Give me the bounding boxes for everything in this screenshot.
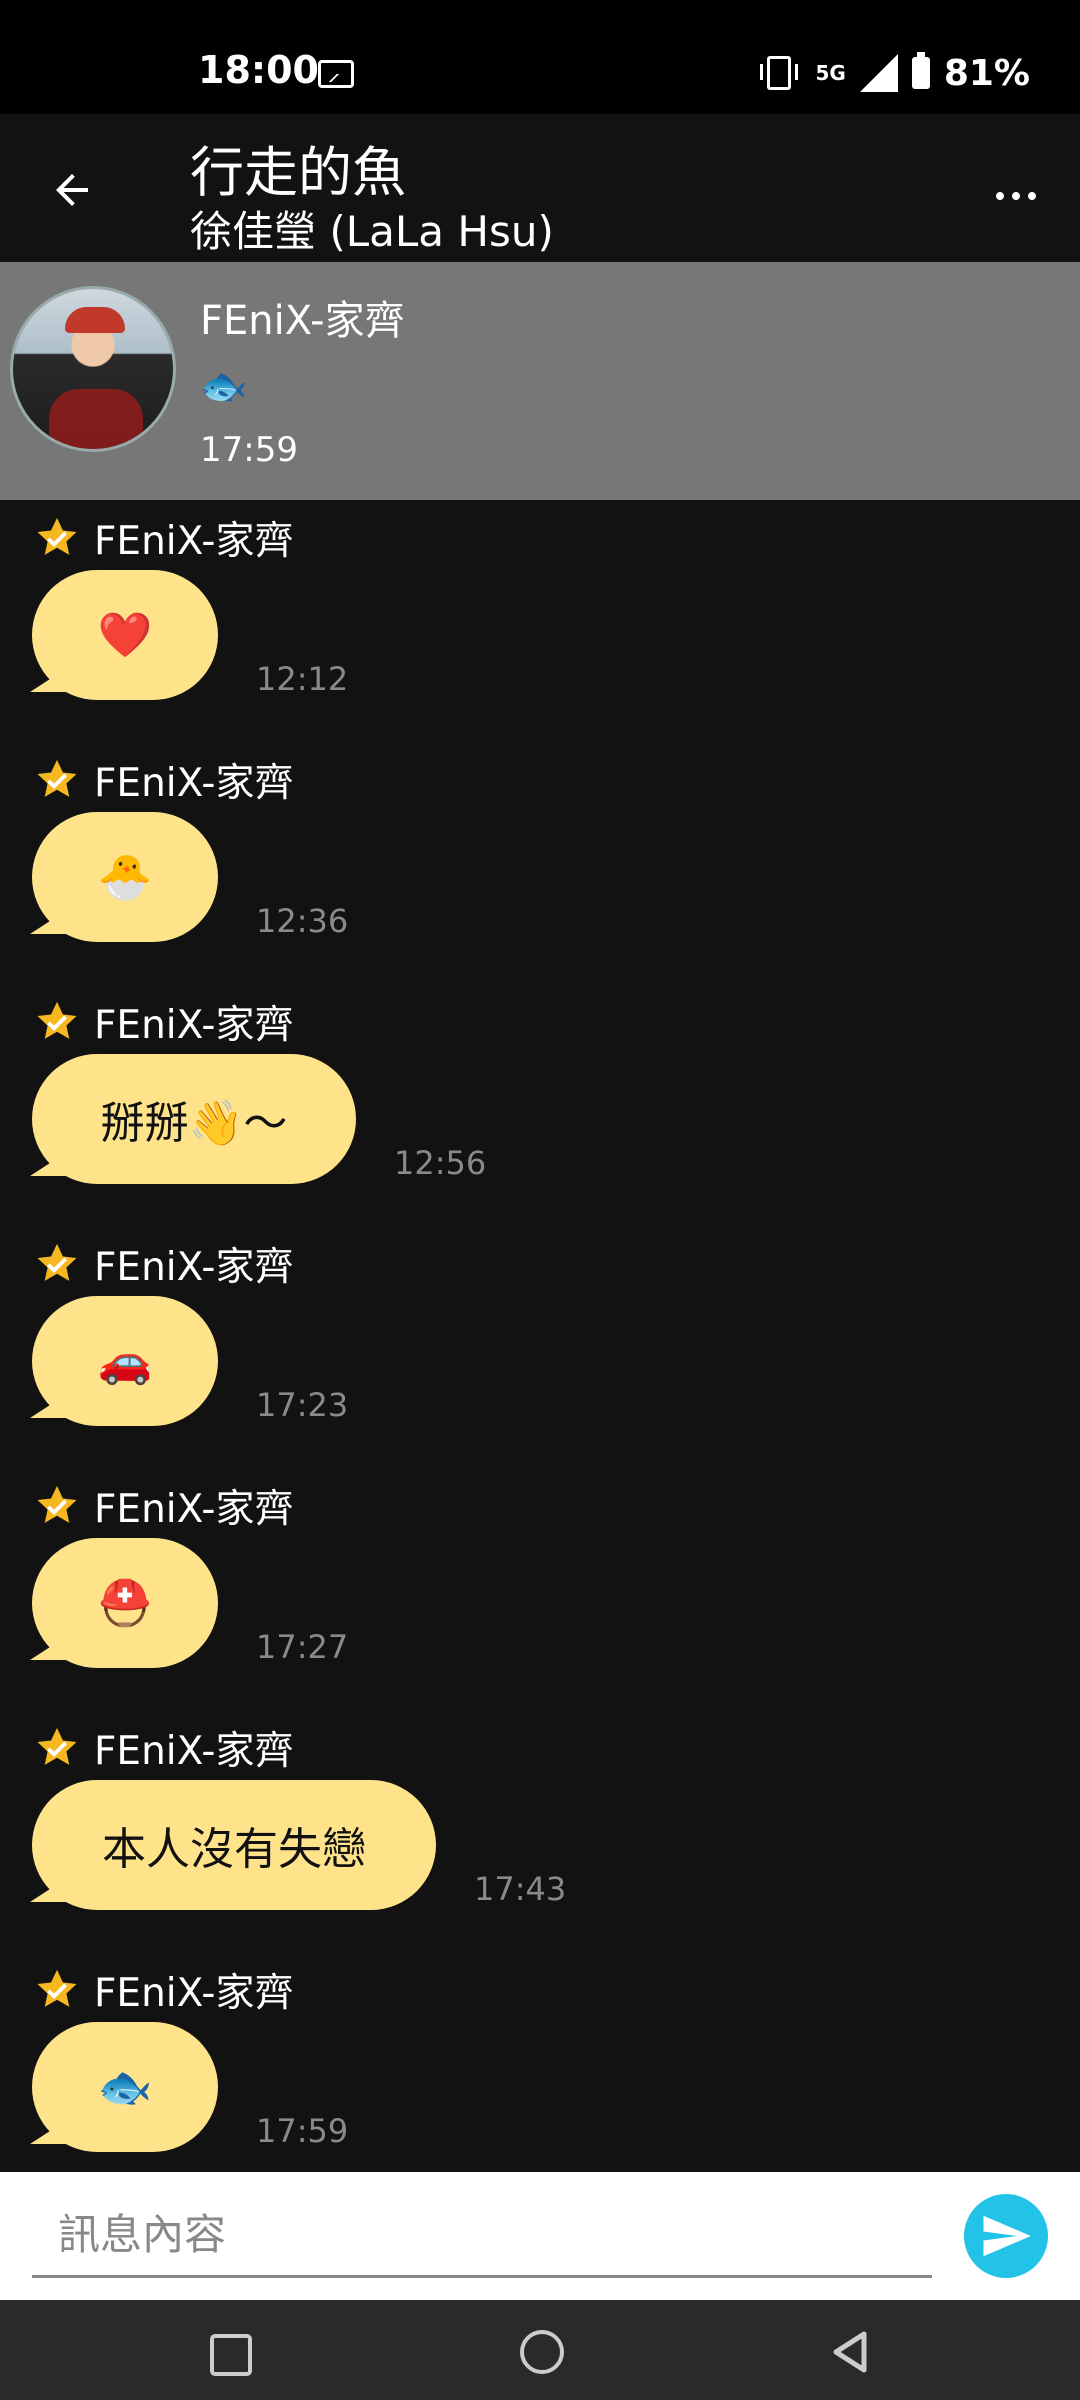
star-badge-icon	[34, 1483, 80, 1529]
star-badge-icon	[34, 1967, 80, 2013]
message-bubble[interactable]: ❤️	[32, 570, 218, 700]
message-time: 17:43	[474, 1870, 567, 1908]
gallery-notification-icon	[318, 60, 354, 88]
chat-title: 行走的魚	[190, 141, 406, 204]
star-badge-icon	[34, 1241, 80, 1287]
back-triangle-icon[interactable]	[830, 2330, 870, 2374]
message-time: 17:59	[256, 2112, 349, 2150]
pinned-sender-name: FEniX-家齊	[200, 298, 405, 344]
system-navigation-bar	[0, 2300, 1080, 2400]
star-badge-icon	[34, 1725, 80, 1771]
signal-icon	[859, 54, 898, 92]
recents-icon[interactable]	[210, 2334, 252, 2376]
message-bubble[interactable]: 🐣	[32, 812, 218, 942]
message-time: 17:27	[256, 1628, 349, 1666]
message-time: 12:56	[394, 1144, 487, 1182]
home-icon[interactable]	[520, 2330, 564, 2374]
message-sender: FEniX-家齊	[34, 994, 293, 1050]
sender-name: FEniX-家齊	[94, 1971, 294, 2016]
status-bar: 18:00 5G 81%	[0, 0, 1080, 114]
message-sender: FEniX-家齊	[34, 1720, 293, 1776]
message-bubble[interactable]: 🚗	[32, 1296, 218, 1426]
star-badge-icon	[34, 515, 80, 561]
sender-name: FEniX-家齊	[94, 1487, 294, 1532]
message-sender: FEniX-家齊	[34, 752, 293, 808]
vibrate-icon	[760, 56, 799, 90]
battery-percent: 81%	[943, 52, 1030, 94]
star-badge-icon	[34, 757, 80, 803]
message-time: 12:36	[256, 902, 349, 940]
avatar[interactable]	[10, 286, 176, 452]
sender-name: FEniX-家齊	[94, 1729, 294, 1774]
message-bubble[interactable]: ⛑️	[32, 1538, 218, 1668]
status-icons: 5G 81%	[760, 48, 1030, 98]
sender-name: FEniX-家齊	[94, 1003, 294, 1048]
network-type: 5G	[815, 61, 846, 85]
message-sender: FEniX-家齊	[34, 510, 293, 566]
pinned-message-text: 🐟	[200, 364, 248, 408]
back-button[interactable]	[40, 158, 104, 222]
chat-header: 行走的魚 徐佳瑩 (LaLa Hsu)	[0, 114, 1080, 262]
more-options-button[interactable]	[984, 164, 1048, 228]
message-sender: FEniX-家齊	[34, 1962, 293, 2018]
message-bubble[interactable]: 掰掰👋～	[32, 1054, 356, 1184]
send-icon	[983, 2215, 1031, 2257]
sender-name: FEniX-家齊	[94, 1245, 294, 1290]
pinned-latest-message[interactable]: FEniX-家齊 🐟 17:59	[0, 262, 1080, 500]
message-input-bar: 訊息內容	[0, 2172, 1080, 2300]
status-time: 18:00	[198, 48, 319, 92]
more-dot-icon	[1012, 192, 1020, 200]
sender-name: FEniX-家齊	[94, 519, 294, 564]
message-sender: FEniX-家齊	[34, 1478, 293, 1534]
message-sender: FEniX-家齊	[34, 1236, 293, 1292]
arrow-left-icon	[56, 174, 88, 206]
more-dot-icon	[996, 192, 1004, 200]
star-badge-icon	[34, 999, 80, 1045]
message-time: 17:23	[256, 1386, 349, 1424]
pinned-message-time: 17:59	[200, 430, 298, 470]
sender-name: FEniX-家齊	[94, 761, 294, 806]
battery-icon	[911, 52, 930, 89]
message-bubble[interactable]: 🐟	[32, 2022, 218, 2152]
send-button[interactable]	[964, 2194, 1048, 2278]
message-time: 12:12	[256, 660, 349, 698]
message-bubble[interactable]: 本人沒有失戀	[32, 1780, 436, 1910]
more-dot-icon	[1028, 192, 1036, 200]
message-input[interactable]: 訊息內容	[32, 2192, 932, 2278]
chat-subtitle: 徐佳瑩 (LaLa Hsu)	[190, 207, 554, 256]
